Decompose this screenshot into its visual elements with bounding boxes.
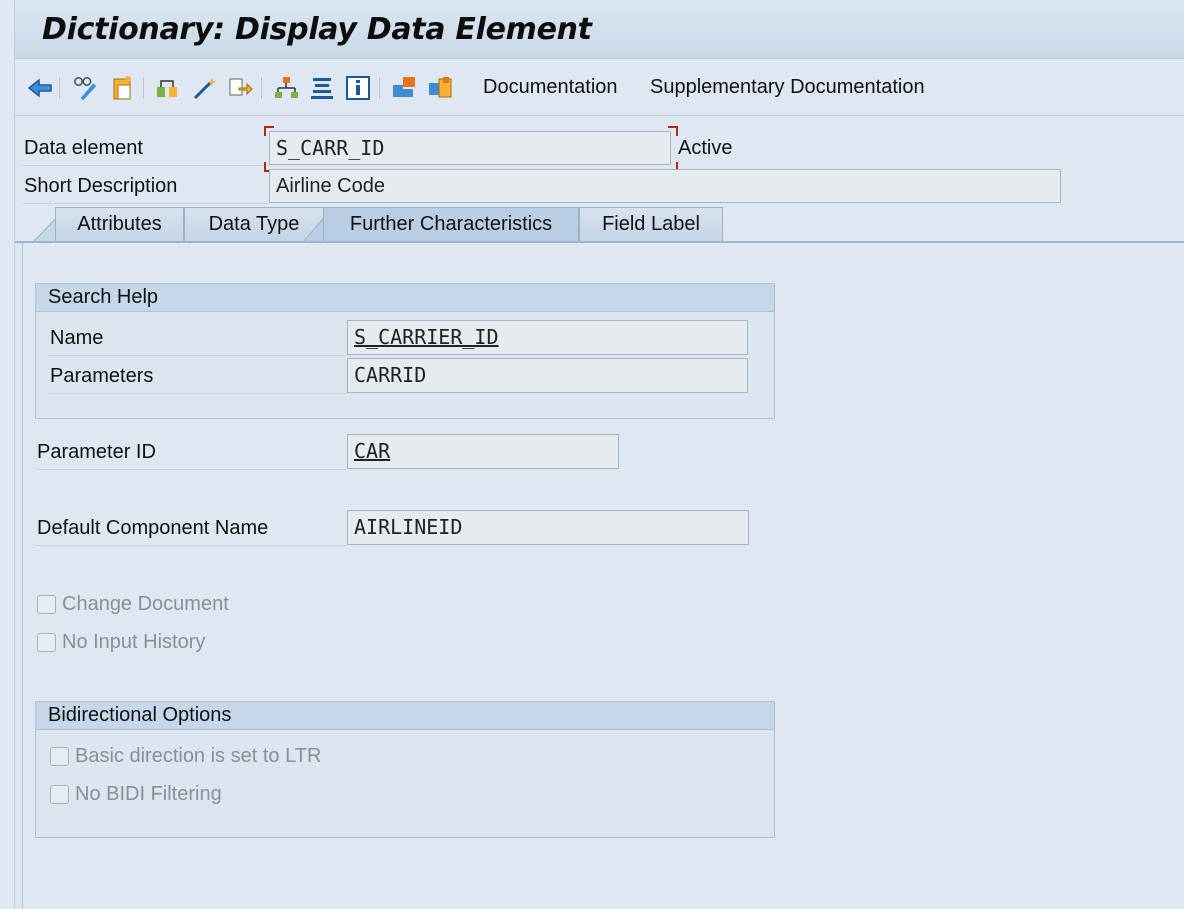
sap-window: Dictionary: Display Data Element Documen… [14, 0, 1184, 909]
extended-icon[interactable] [427, 75, 453, 101]
window-title: Dictionary: Display Data Element [42, 12, 592, 47]
where-used-icon[interactable] [227, 75, 253, 101]
domain-icon[interactable] [391, 75, 417, 101]
documentation-button[interactable]: Documentation [483, 76, 618, 99]
bidirectional-options-group: Bidirectional Options [35, 701, 775, 838]
default-component-name-label: Default Component Name [37, 517, 269, 539]
status-text: Active [678, 137, 733, 159]
title-bar: Dictionary: Display Data Element [15, 0, 1184, 59]
activate-icon[interactable] [192, 75, 218, 101]
tab-attributes[interactable]: Attributes [55, 207, 184, 241]
other-object-icon[interactable] [110, 75, 136, 101]
tab-field-label[interactable]: Field Label [579, 207, 723, 241]
bidirectional-options-title: Bidirectional Options [36, 702, 774, 730]
basic-direction-label: Basic direction is set to LTR [75, 745, 322, 767]
display-change-icon[interactable] [73, 75, 99, 101]
short-description-field[interactable]: Airline Code [269, 169, 1061, 203]
basic-direction-checkbox[interactable] [50, 747, 69, 766]
check-icon[interactable] [155, 75, 181, 101]
search-help-title: Search Help [36, 284, 774, 312]
hierarchy-icon[interactable] [273, 75, 299, 101]
parameter-id-field[interactable]: CAR [347, 434, 619, 469]
data-element-field[interactable]: S_CARR_ID [269, 131, 671, 165]
search-help-parameters-label: Parameters [50, 365, 154, 387]
supplementary-documentation-button[interactable]: Supplementary Documentation [650, 76, 925, 99]
search-help-name-field[interactable]: S_CARRIER_ID [347, 320, 748, 355]
change-document-checkbox[interactable] [37, 595, 56, 614]
search-help-parameters-field[interactable]: CARRID [347, 358, 748, 393]
short-description-label: Short Description [24, 175, 178, 197]
data-element-label: Data element [24, 137, 143, 159]
back-icon[interactable] [27, 75, 53, 101]
default-component-name-field[interactable]: AIRLINEID [347, 510, 749, 545]
no-bidi-filtering-checkbox[interactable] [50, 785, 69, 804]
application-toolbar: Documentation Supplementary Documentatio… [15, 59, 1184, 116]
change-document-label: Change Document [62, 593, 229, 615]
no-bidi-filtering-label: No BIDI Filtering [75, 783, 222, 805]
no-input-history-label: No Input History [62, 631, 206, 653]
tab-strip: Attributes Data Type Further Characteris… [15, 207, 1184, 242]
no-input-history-checkbox[interactable] [37, 633, 56, 652]
tab-further-characteristics[interactable]: Further Characteristics [323, 207, 579, 241]
parameter-id-label: Parameter ID [37, 441, 156, 463]
object-list-icon[interactable] [309, 75, 335, 101]
search-help-name-label: Name [50, 327, 104, 349]
info-icon[interactable] [345, 75, 371, 101]
